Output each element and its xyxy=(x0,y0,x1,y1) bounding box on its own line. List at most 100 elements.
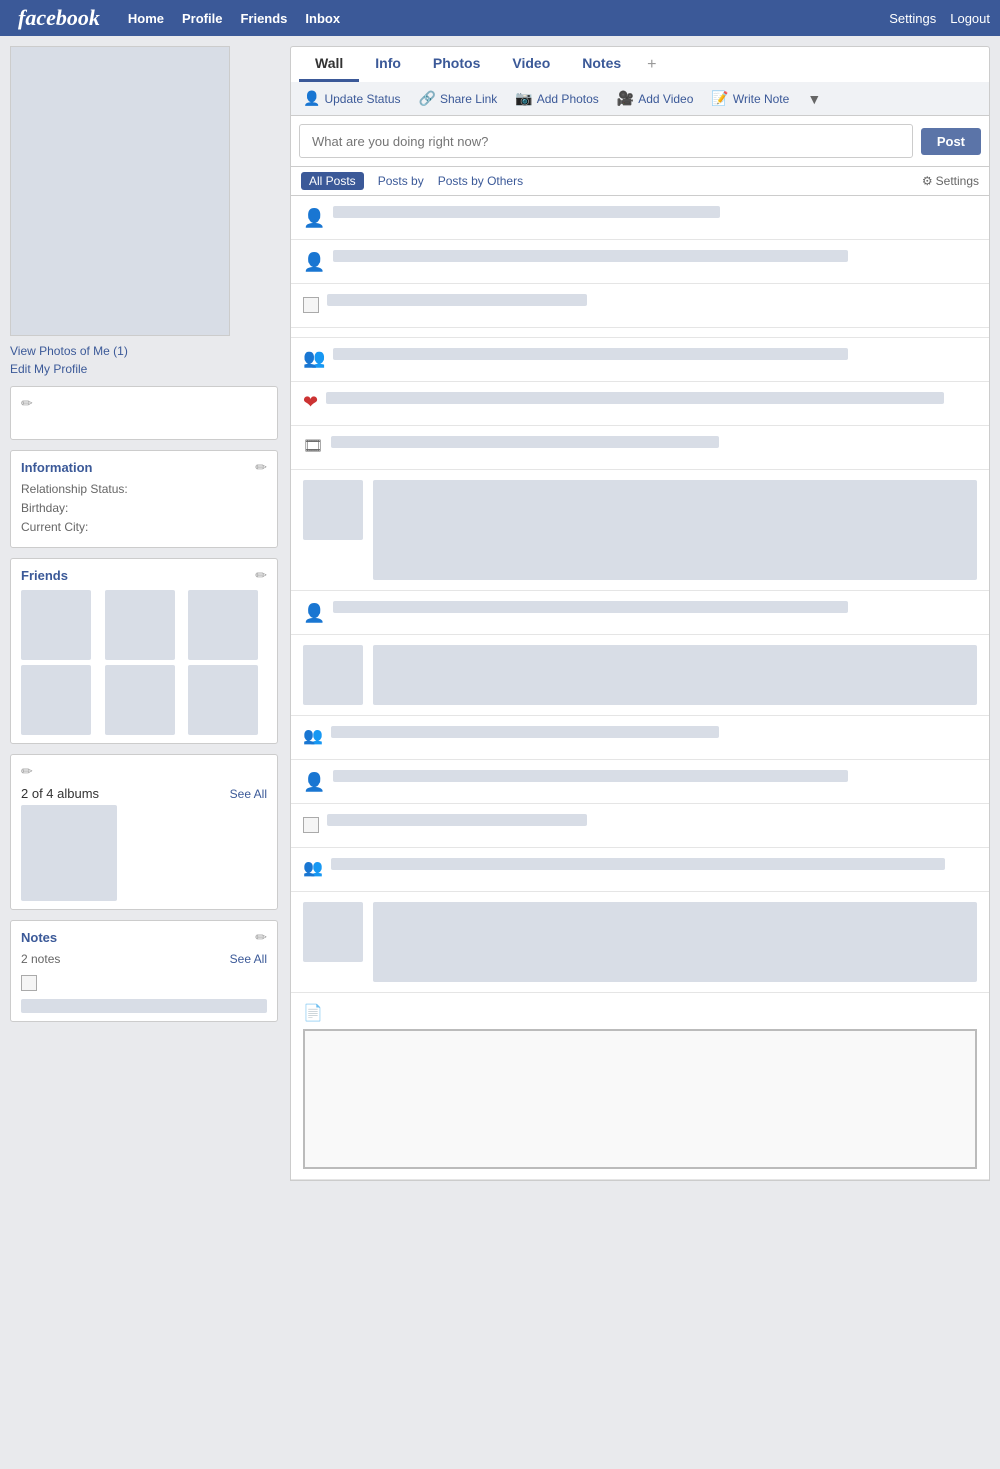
feed-image-text-1 xyxy=(373,480,977,580)
feed-image-block-2 xyxy=(291,635,989,716)
feed-content-2 xyxy=(333,250,977,266)
filter-posts-by[interactable]: Posts by xyxy=(378,174,424,188)
facebook-logo[interactable]: facebook xyxy=(10,3,108,33)
sidebar-notes: Notes ✏ 2 notes See All xyxy=(10,920,278,1022)
view-photos-link[interactable]: View Photos of Me (1) xyxy=(10,344,278,358)
note-header: 📄 xyxy=(303,1003,977,1023)
filter-posts-by-others[interactable]: Posts by Others xyxy=(438,174,523,188)
feed-bar-3 xyxy=(327,294,587,306)
add-photos-label: Add Photos xyxy=(537,92,599,106)
video-icon: 🎥 xyxy=(617,90,634,107)
tab-notes[interactable]: Notes xyxy=(566,47,637,82)
feed-thumb-3 xyxy=(303,902,363,962)
edit-pencil-icon[interactable]: ✏ xyxy=(21,395,33,411)
share-link-button[interactable]: 🔗 Share Link xyxy=(415,88,502,109)
relationship-label: Relationship Status: xyxy=(21,482,267,496)
tab-photos[interactable]: Photos xyxy=(417,47,496,82)
action-bar: 👤 Update Status 🔗 Share Link 📷 Add Photo… xyxy=(290,82,990,116)
settings-gear-icon: ⚙ xyxy=(922,174,933,188)
tab-video[interactable]: Video xyxy=(496,47,566,82)
tab-info[interactable]: Info xyxy=(359,47,417,82)
friends-edit-icon[interactable]: ✏ xyxy=(255,567,267,584)
tab-wall[interactable]: Wall xyxy=(299,47,359,82)
info-edit-icon[interactable]: ✏ xyxy=(255,459,267,476)
friend-thumb-3[interactable] xyxy=(188,590,258,660)
add-video-label: Add Video xyxy=(638,92,693,106)
city-label: Current City: xyxy=(21,520,267,534)
add-photos-button[interactable]: 📷 Add Photos xyxy=(511,88,602,109)
edit-profile-link[interactable]: Edit My Profile xyxy=(10,362,278,376)
nav-links: Home Profile Friends Inbox xyxy=(128,11,340,26)
notes-item xyxy=(21,972,267,991)
feed-image-3 xyxy=(373,902,977,982)
write-note-button[interactable]: 📝 Write Note xyxy=(707,88,793,109)
sidebar-information: Information ✏ Relationship Status: Birth… xyxy=(10,450,278,548)
feed-spacer-1 xyxy=(291,328,989,338)
friend-thumb-2[interactable] xyxy=(105,590,175,660)
feed-bar-6 xyxy=(331,436,718,448)
feed-bar-11 xyxy=(331,858,945,870)
feed-item-4: 👥 xyxy=(291,338,989,382)
albums-edit-icon[interactable]: ✏ xyxy=(21,763,33,780)
feed-content-1 xyxy=(333,206,977,222)
nav-logout[interactable]: Logout xyxy=(950,11,990,26)
feed-content-11 xyxy=(331,858,977,874)
update-status-button[interactable]: 👤 Update Status xyxy=(299,88,405,109)
nav-inbox[interactable]: Inbox xyxy=(305,11,340,26)
filter-settings[interactable]: ⚙ Settings xyxy=(922,174,979,188)
share-link-label: Share Link xyxy=(440,92,497,106)
feed-item-6: 🎞 xyxy=(291,426,989,470)
nav-profile[interactable]: Profile xyxy=(182,11,222,26)
feed-bar-8 xyxy=(331,726,719,738)
filter-all-posts[interactable]: All Posts xyxy=(301,172,364,190)
top-navigation: facebook Home Profile Friends Inbox Sett… xyxy=(0,0,1000,36)
person-feed-icon-4: 👤 xyxy=(303,772,325,793)
album-thumb-1[interactable] xyxy=(21,805,117,901)
feed-content-4 xyxy=(333,348,977,364)
feed-image-2 xyxy=(373,645,977,705)
checkbox-feed-icon-2 xyxy=(303,817,319,833)
feed-bar-7 xyxy=(333,601,848,613)
feed-image-1 xyxy=(373,480,977,580)
feed-image-block-1 xyxy=(291,470,989,591)
albums-grid xyxy=(21,805,267,901)
albums-header: ✏ xyxy=(21,763,267,780)
post-button[interactable]: Post xyxy=(921,128,981,155)
wall-feed: 👤 👤 👥 xyxy=(290,196,990,1181)
feed-note-block: 📄 xyxy=(291,993,989,1180)
post-input-field[interactable] xyxy=(299,124,913,158)
albums-see-all[interactable]: See All xyxy=(230,787,267,801)
feed-thumb-1 xyxy=(303,480,363,540)
nav-home[interactable]: Home xyxy=(128,11,164,26)
feed-item-5: ❤ xyxy=(291,382,989,426)
note-content-box[interactable] xyxy=(303,1029,977,1169)
feed-bar-2 xyxy=(333,250,848,262)
nav-right: Settings Logout xyxy=(889,11,990,26)
sidebar-friends: Friends ✏ xyxy=(10,558,278,744)
person-feed-icon-2: 👤 xyxy=(303,252,325,273)
add-tab-button[interactable]: + xyxy=(637,48,666,82)
nav-settings[interactable]: Settings xyxy=(889,11,936,26)
nav-friends[interactable]: Friends xyxy=(240,11,287,26)
feed-image-text-2 xyxy=(373,645,977,705)
film-feed-icon: 🎞 xyxy=(303,436,323,456)
notes-see-all[interactable]: See All xyxy=(230,952,267,966)
profile-photo[interactable] xyxy=(10,46,230,336)
feed-content-3 xyxy=(327,294,977,310)
friends-header: Friends ✏ xyxy=(21,567,267,584)
sidebar-albums: ✏ 2 of 4 albums See All xyxy=(10,754,278,910)
checkbox-feed-icon-1 xyxy=(303,297,319,313)
write-note-label: Write Note xyxy=(733,92,789,106)
notes-subheader: 2 notes See All xyxy=(21,952,267,966)
feed-bar-5 xyxy=(326,392,944,404)
friend-thumb-6[interactable] xyxy=(188,665,258,735)
feed-content-5 xyxy=(326,392,977,408)
notes-edit-icon[interactable]: ✏ xyxy=(255,929,267,946)
feed-content-6 xyxy=(331,436,977,452)
add-video-button[interactable]: 🎥 Add Video xyxy=(613,88,698,109)
actions-dropdown-icon[interactable]: ▼ xyxy=(807,91,821,107)
friend-thumb-4[interactable] xyxy=(21,665,91,735)
friend-thumb-1[interactable] xyxy=(21,590,91,660)
main-content: Wall Info Photos Video Notes + 👤 Update … xyxy=(290,46,990,1181)
friend-thumb-5[interactable] xyxy=(105,665,175,735)
